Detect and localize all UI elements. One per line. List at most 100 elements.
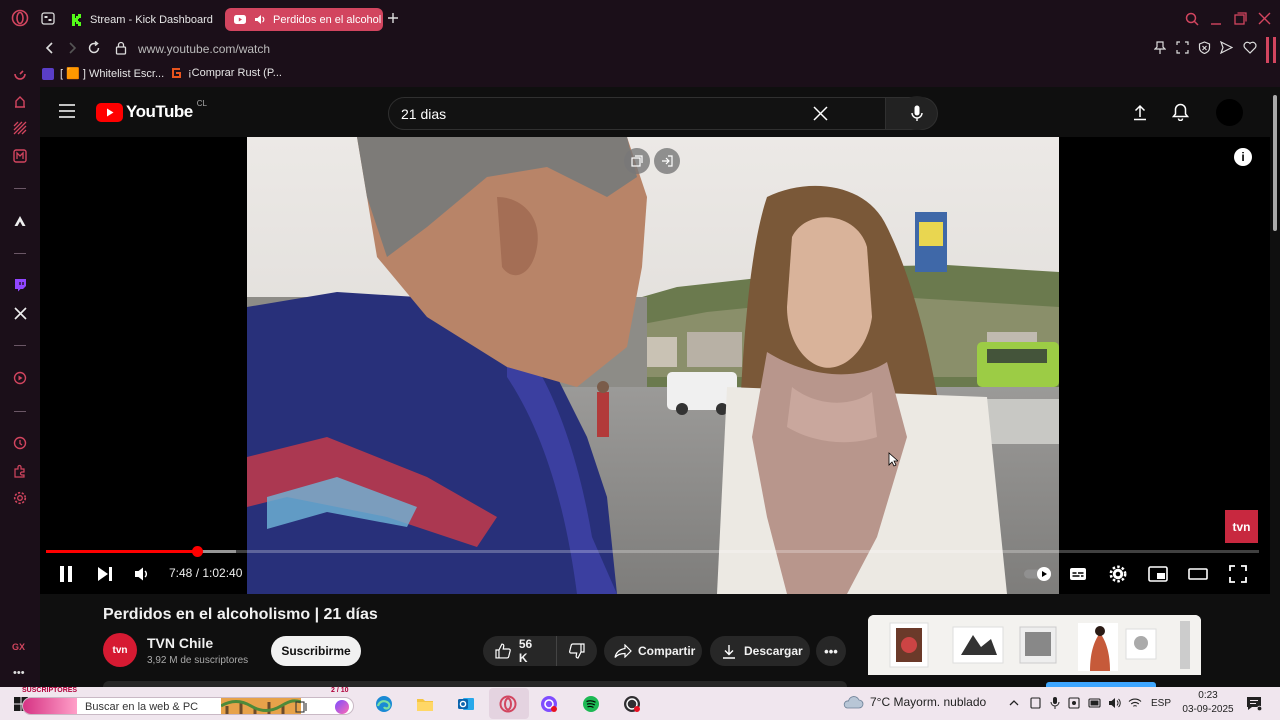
volume-button[interactable]	[130, 562, 154, 586]
page-scrollbar[interactable]	[1270, 87, 1280, 687]
subscribe-button[interactable]: Suscribirme	[271, 636, 361, 666]
bookmark-whitelist[interactable]: [ 🟧 ] Whitelist Escr...	[42, 67, 164, 80]
autoplay-toggle[interactable]	[1022, 562, 1054, 586]
channel-name[interactable]: TVN Chile	[147, 635, 213, 651]
extensions-icon[interactable]	[11, 462, 29, 480]
share-button[interactable]: Compartir	[604, 636, 702, 666]
theater-mode-button[interactable]	[1186, 562, 1210, 586]
like-count: 56 K	[518, 637, 533, 665]
taskbar-search-placeholder: Buscar en la web & PC	[85, 701, 199, 713]
file-explorer-icon[interactable]	[416, 695, 434, 713]
fullscreen-button[interactable]	[1226, 562, 1250, 586]
copilot-icon[interactable]	[335, 700, 349, 714]
reload-icon[interactable]	[87, 41, 101, 55]
tab-kick-dashboard[interactable]: Stream - Kick Dashboard	[62, 8, 222, 31]
youtube-logo-text: YouTube	[126, 102, 193, 121]
sidebar-divider	[14, 411, 26, 412]
channel-avatar[interactable]: tvn	[103, 633, 137, 667]
outlook-icon[interactable]	[457, 695, 475, 713]
microphone-tray-icon[interactable]	[1050, 697, 1060, 709]
gx-corner-icon[interactable]	[11, 119, 29, 137]
volume-tray-icon[interactable]	[1108, 697, 1122, 709]
info-icon[interactable]: i	[1234, 148, 1252, 166]
opera-gx-taskbar-icon[interactable]	[499, 695, 517, 713]
theater-mode-icon	[1188, 568, 1208, 580]
snapshot-icon[interactable]	[1176, 41, 1189, 54]
sponsored-ad-card[interactable]	[868, 615, 1201, 675]
task-view-icon[interactable]	[295, 701, 309, 713]
taskbar-search-box[interactable]: Buscar en la web & PC	[22, 697, 354, 715]
messaging-app-icon[interactable]	[540, 695, 558, 713]
video-detach-icon[interactable]	[654, 148, 680, 174]
new-tab-icon[interactable]	[387, 12, 399, 24]
obs-studio-icon[interactable]	[623, 695, 641, 713]
search-box	[388, 97, 886, 130]
settings-gear-icon[interactable]	[11, 489, 29, 507]
gx-control-icon[interactable]	[11, 93, 29, 111]
notifications-bell-icon[interactable]	[1172, 103, 1189, 121]
search-tabs-icon[interactable]	[1185, 12, 1199, 26]
wifi-icon[interactable]	[1128, 697, 1142, 709]
speed-dial-icon[interactable]	[11, 65, 29, 83]
settings-button[interactable]	[1106, 562, 1130, 586]
back-icon[interactable]	[44, 41, 56, 55]
history-icon[interactable]	[11, 434, 29, 452]
close-window-icon[interactable]	[1258, 12, 1271, 25]
kick-icon	[70, 13, 84, 27]
more-dots-icon[interactable]: •••	[13, 667, 25, 679]
gx-label[interactable]: GX	[12, 642, 25, 652]
battery-icon[interactable]	[1088, 698, 1102, 708]
sidebar-accent-bar	[1266, 37, 1269, 63]
download-button[interactable]: Descargar	[710, 636, 810, 666]
url-text[interactable]: www.youtube.com/watch	[138, 42, 270, 56]
tray-overflow-chevron-icon[interactable]	[1008, 697, 1020, 709]
forward-icon[interactable]	[66, 41, 78, 55]
pop-out-icon[interactable]	[624, 148, 650, 174]
opera-logo-icon[interactable]	[11, 9, 29, 27]
menu-hamburger-icon[interactable]	[58, 104, 76, 118]
clock[interactable]: 0:23 03-09-2025	[1178, 689, 1238, 717]
heart-icon[interactable]	[1243, 41, 1257, 54]
edge-browser-icon[interactable]	[375, 695, 393, 713]
more-actions-button[interactable]: •••	[816, 636, 846, 666]
restore-icon[interactable]	[1234, 12, 1247, 25]
adblock-icon[interactable]	[1198, 41, 1211, 54]
spotify-icon[interactable]	[582, 695, 600, 713]
video-player[interactable]: i tvn 7:48 / 1:02:40	[40, 137, 1270, 594]
notification-center-icon[interactable]	[1246, 696, 1262, 711]
video-frame[interactable]	[247, 137, 1059, 594]
minimize-icon[interactable]	[1210, 12, 1222, 26]
subtitles-button[interactable]	[1066, 562, 1090, 586]
tab-youtube-video[interactable]: Perdidos en el alcohol	[225, 8, 383, 31]
voice-search-button[interactable]	[900, 96, 934, 130]
scrollbar-thumb[interactable]	[1273, 95, 1277, 231]
lock-icon[interactable]	[115, 41, 127, 55]
weather-widget[interactable]: 7°C Mayorm. nublado	[842, 694, 986, 710]
clear-search-icon[interactable]	[813, 106, 828, 121]
progress-bar[interactable]	[46, 546, 1259, 557]
search-input[interactable]	[401, 105, 801, 123]
bookmarks-bar: [ 🟧 ] Whitelist Escr... ¡Comprar Rust (P…	[0, 63, 1280, 87]
language-indicator[interactable]: ESP	[1151, 698, 1171, 709]
x-twitter-icon[interactable]	[11, 304, 29, 322]
like-button[interactable]: 56 K	[483, 636, 557, 666]
send-icon[interactable]	[1220, 41, 1233, 54]
messenger-icon[interactable]	[11, 147, 29, 165]
pin-icon[interactable]	[1154, 41, 1166, 55]
miniplayer-button[interactable]	[1146, 562, 1170, 586]
aria-icon[interactable]	[11, 212, 29, 230]
bookmark-comprar-rust[interactable]: ¡Comprar Rust (P...	[170, 67, 282, 79]
next-button[interactable]	[93, 562, 117, 586]
twitch-icon[interactable]	[11, 276, 29, 294]
tab-islands-icon[interactable]	[41, 12, 55, 25]
avatar[interactable]	[1216, 99, 1243, 126]
youtube-logo[interactable]: YouTube CL	[96, 99, 207, 122]
create-upload-icon[interactable]	[1132, 104, 1148, 121]
dislike-button[interactable]	[557, 636, 597, 666]
speaker-icon[interactable]	[253, 13, 267, 27]
progress-scrubber[interactable]	[191, 546, 203, 557]
pause-button[interactable]	[54, 562, 78, 586]
tray-app-icon[interactable]	[1030, 697, 1041, 709]
tray-monitor-icon[interactable]	[1068, 697, 1080, 709]
player-icon[interactable]	[11, 369, 29, 387]
